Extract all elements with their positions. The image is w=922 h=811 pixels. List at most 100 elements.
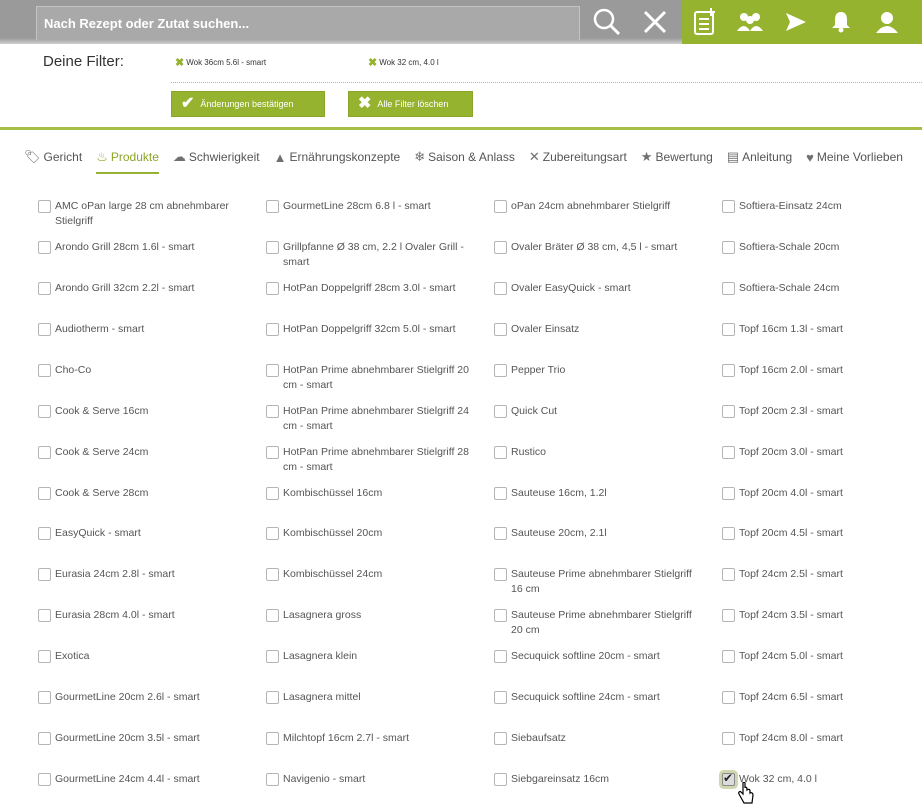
product-option[interactable]: Topf 16cm 1.3l - smart [722,322,922,337]
product-checkbox[interactable] [722,241,735,254]
product-option[interactable]: Lasagnera klein [266,649,473,664]
product-option[interactable]: GourmetLine 28cm 6.8 l - smart [266,199,473,214]
product-option[interactable]: Topf 20cm 2.3l - smart [722,404,922,419]
product-checkbox[interactable] [494,241,507,254]
product-option[interactable]: Exotica [38,649,245,664]
product-option[interactable]: Ovaler EasyQuick - smart [494,281,701,296]
tab-gericht[interactable]: 🏷 Gericht [24,146,82,168]
product-option[interactable]: GourmetLine 24cm 4.4l - smart [38,772,245,787]
product-checkbox[interactable] [266,446,279,459]
product-option[interactable]: Topf 24cm 2.5l - smart [722,567,922,582]
product-checkbox[interactable] [266,364,279,377]
product-option[interactable]: Ovaler Bräter Ø 38 cm, 4,5 l - smart [494,240,701,255]
product-option[interactable]: Softiera-Schale 20cm [722,240,922,255]
close-icon[interactable] [636,0,674,44]
recipe-book-icon[interactable] [688,0,722,44]
product-option[interactable]: Audiotherm - smart [38,322,245,337]
product-option[interactable]: Lasagnera gross [266,608,473,623]
product-checkbox[interactable] [722,323,735,336]
product-checkbox[interactable] [266,282,279,295]
product-option[interactable]: HotPan Prime abnehmbarer Stielgriff 20 c… [266,363,473,393]
product-option[interactable]: Softiera-Einsatz 24cm [722,199,922,214]
product-checkbox[interactable] [38,323,51,336]
product-option[interactable]: Cook & Serve 24cm [38,445,245,460]
product-checkbox[interactable] [494,650,507,663]
product-checkbox[interactable] [38,241,51,254]
product-option[interactable]: Ovaler Einsatz [494,322,701,337]
search-icon[interactable] [588,0,626,44]
product-checkbox[interactable] [266,609,279,622]
product-option[interactable]: Navigenio - smart [266,772,473,787]
product-checkbox[interactable] [38,650,51,663]
product-checkbox[interactable] [38,405,51,418]
tab-bewertung[interactable]: ★ Bewertung [641,146,713,168]
user-icon[interactable] [870,0,904,44]
product-option[interactable]: Topf 20cm 4.0l - smart [722,486,922,501]
send-icon[interactable] [780,0,812,44]
product-checkbox[interactable] [38,200,51,213]
product-checkbox[interactable] [494,364,507,377]
product-checkbox[interactable] [722,650,735,663]
product-option[interactable]: Kombischüssel 20cm [266,526,473,541]
product-checkbox[interactable] [494,200,507,213]
product-checkbox[interactable] [494,282,507,295]
community-icon[interactable] [733,0,767,44]
product-option[interactable]: Pepper Trio [494,363,701,378]
product-checkbox[interactable] [722,446,735,459]
product-checkbox[interactable] [722,200,735,213]
product-checkbox[interactable] [494,568,507,581]
product-checkbox[interactable] [494,732,507,745]
product-option[interactable]: Topf 24cm 3.5l - smart [722,608,922,623]
product-checkbox[interactable] [722,691,735,704]
product-option[interactable]: Topf 24cm 5.0l - smart [722,649,922,664]
product-option[interactable]: GourmetLine 20cm 2.6l - smart [38,690,245,705]
search-input[interactable] [36,6,580,40]
product-checkbox[interactable] [494,609,507,622]
product-checkbox[interactable] [38,691,51,704]
product-option[interactable]: Cho-Co [38,363,245,378]
product-option[interactable]: Eurasia 24cm 2.8l - smart [38,567,245,582]
product-option[interactable]: AMC oPan large 28 cm abnehmbarer Stielgr… [38,199,245,229]
product-checkbox[interactable] [266,323,279,336]
remove-filter-icon[interactable]: ✖ [368,56,377,69]
product-option[interactable]: Cook & Serve 28cm [38,486,245,501]
product-option[interactable]: Sauteuse 16cm, 1.2l [494,486,701,501]
product-option[interactable]: Secuquick softline 24cm - smart [494,690,701,705]
product-option[interactable]: Sauteuse 20cm, 2.1l [494,526,701,541]
product-checkbox[interactable] [266,487,279,500]
product-checkbox[interactable] [38,732,51,745]
tab-produkte[interactable]: ♨ Produkte [96,146,159,174]
product-checkbox[interactable] [38,446,51,459]
product-option[interactable]: Topf 20cm 4.5l - smart [722,526,922,541]
product-checkbox[interactable] [38,282,51,295]
remove-filter-icon[interactable]: ✖ [175,56,184,69]
product-checkbox[interactable] [266,650,279,663]
product-option[interactable]: HotPan Doppelgriff 32cm 5.0l - smart [266,322,473,337]
product-option[interactable]: Secuquick softline 20cm - smart [494,649,701,664]
product-checkbox[interactable] [266,568,279,581]
tab-anleitung[interactable]: ▤ Anleitung [727,146,792,168]
product-option[interactable]: Quick Cut [494,404,701,419]
product-option[interactable]: Kombischüssel 24cm [266,567,473,582]
product-option[interactable]: HotPan Prime abnehmbarer Stielgriff 28 c… [266,445,473,475]
product-option[interactable]: Grillpfanne Ø 38 cm, 2.2 l Ovaler Grill … [266,240,473,270]
product-checkbox[interactable] [494,323,507,336]
product-checkbox[interactable] [722,527,735,540]
product-checkbox[interactable] [494,405,507,418]
product-checkbox[interactable] [722,568,735,581]
bell-icon[interactable] [825,0,857,44]
product-checkbox[interactable] [722,487,735,500]
product-option[interactable]: Lasagnera mittel [266,690,473,705]
product-checkbox[interactable] [494,446,507,459]
product-option[interactable]: Rustico [494,445,701,460]
product-option[interactable]: Eurasia 28cm 4.0l - smart [38,608,245,623]
product-checkbox[interactable] [266,200,279,213]
product-checkbox[interactable] [38,609,51,622]
product-checkbox[interactable] [266,773,279,786]
tab-zubereitungsart[interactable]: ✕ Zubereitungsart [529,146,627,168]
product-checkbox[interactable] [494,691,507,704]
product-checkbox[interactable] [38,773,51,786]
clear-filters-button[interactable]: ✖ Alle Filter löschen [348,91,473,117]
product-checkbox[interactable] [38,487,51,500]
product-checkbox[interactable] [722,364,735,377]
